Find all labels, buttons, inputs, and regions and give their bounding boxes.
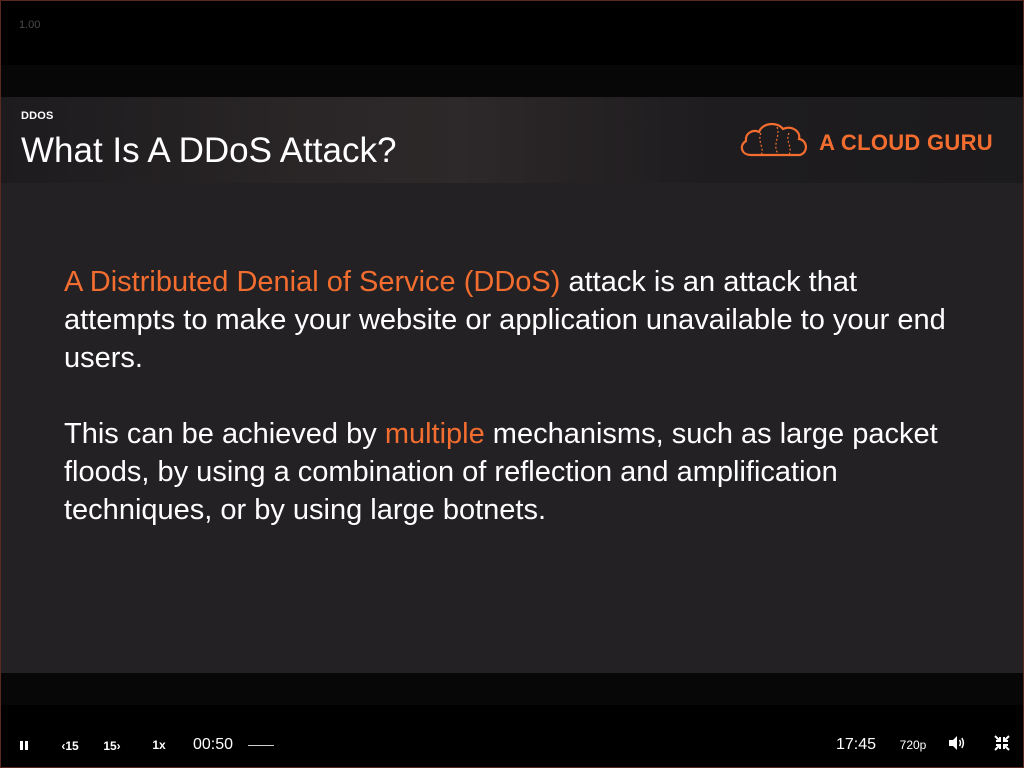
control-bar: ‹ 15 15 › 1x 00:50 17:45 720p <box>1 723 1023 767</box>
current-time: 00:50 <box>193 736 234 753</box>
skip-forward-icon: › <box>116 739 121 753</box>
paragraph-mechanisms: This can be achieved by multiple mechani… <box>64 415 964 529</box>
paragraph-definition: A Distributed Denial of Service (DDoS) a… <box>64 263 964 377</box>
paragraph-text: This can be achieved by <box>64 418 385 450</box>
logo-text: A CLOUD GURU <box>819 129 993 155</box>
skip-forward-button[interactable]: 15 › <box>99 737 125 755</box>
cloud-logo-icon <box>737 119 811 166</box>
highlight-term: A Distributed Denial of Service (DDoS) <box>64 266 561 298</box>
pause-icon <box>20 740 23 750</box>
slide-body: A Distributed Denial of Service (DDoS) a… <box>64 263 964 567</box>
highlight-word: multiple <box>384 418 485 450</box>
exit-fullscreen-button[interactable] <box>993 734 1011 756</box>
letterbox-bottom <box>1 673 1023 705</box>
exit-fullscreen-icon <box>994 734 1010 756</box>
progress-bar[interactable] <box>248 745 274 746</box>
logo: A CLOUD GURU <box>737 119 993 166</box>
skip-back-label: 15 <box>65 739 79 753</box>
pause-button[interactable] <box>15 737 33 753</box>
skip-back-button[interactable]: ‹ 15 <box>57 737 83 755</box>
playback-speed-button[interactable]: 1x <box>149 738 169 752</box>
slide-title: What Is A DDoS Attack? <box>21 131 397 170</box>
skip-forward-label: 15 <box>103 739 117 753</box>
video-frame[interactable]: DDOS What Is A DDoS Attack? A CLOUD GURU… <box>1 97 1023 673</box>
quality-button[interactable]: 720p <box>897 738 929 752</box>
letterbox-top <box>1 65 1023 97</box>
slide-header: DDOS What Is A DDoS Attack? A CLOUD GURU <box>1 97 1023 183</box>
section-label: DDOS <box>21 110 54 122</box>
zoom-readout: 1.00 <box>19 19 41 31</box>
volume-button[interactable] <box>947 735 967 756</box>
video-player[interactable]: 1.00 DDOS What Is A DDoS Attack? A CLOUD… <box>0 0 1024 768</box>
total-time: 17:45 <box>836 736 877 753</box>
volume-icon <box>948 735 966 756</box>
